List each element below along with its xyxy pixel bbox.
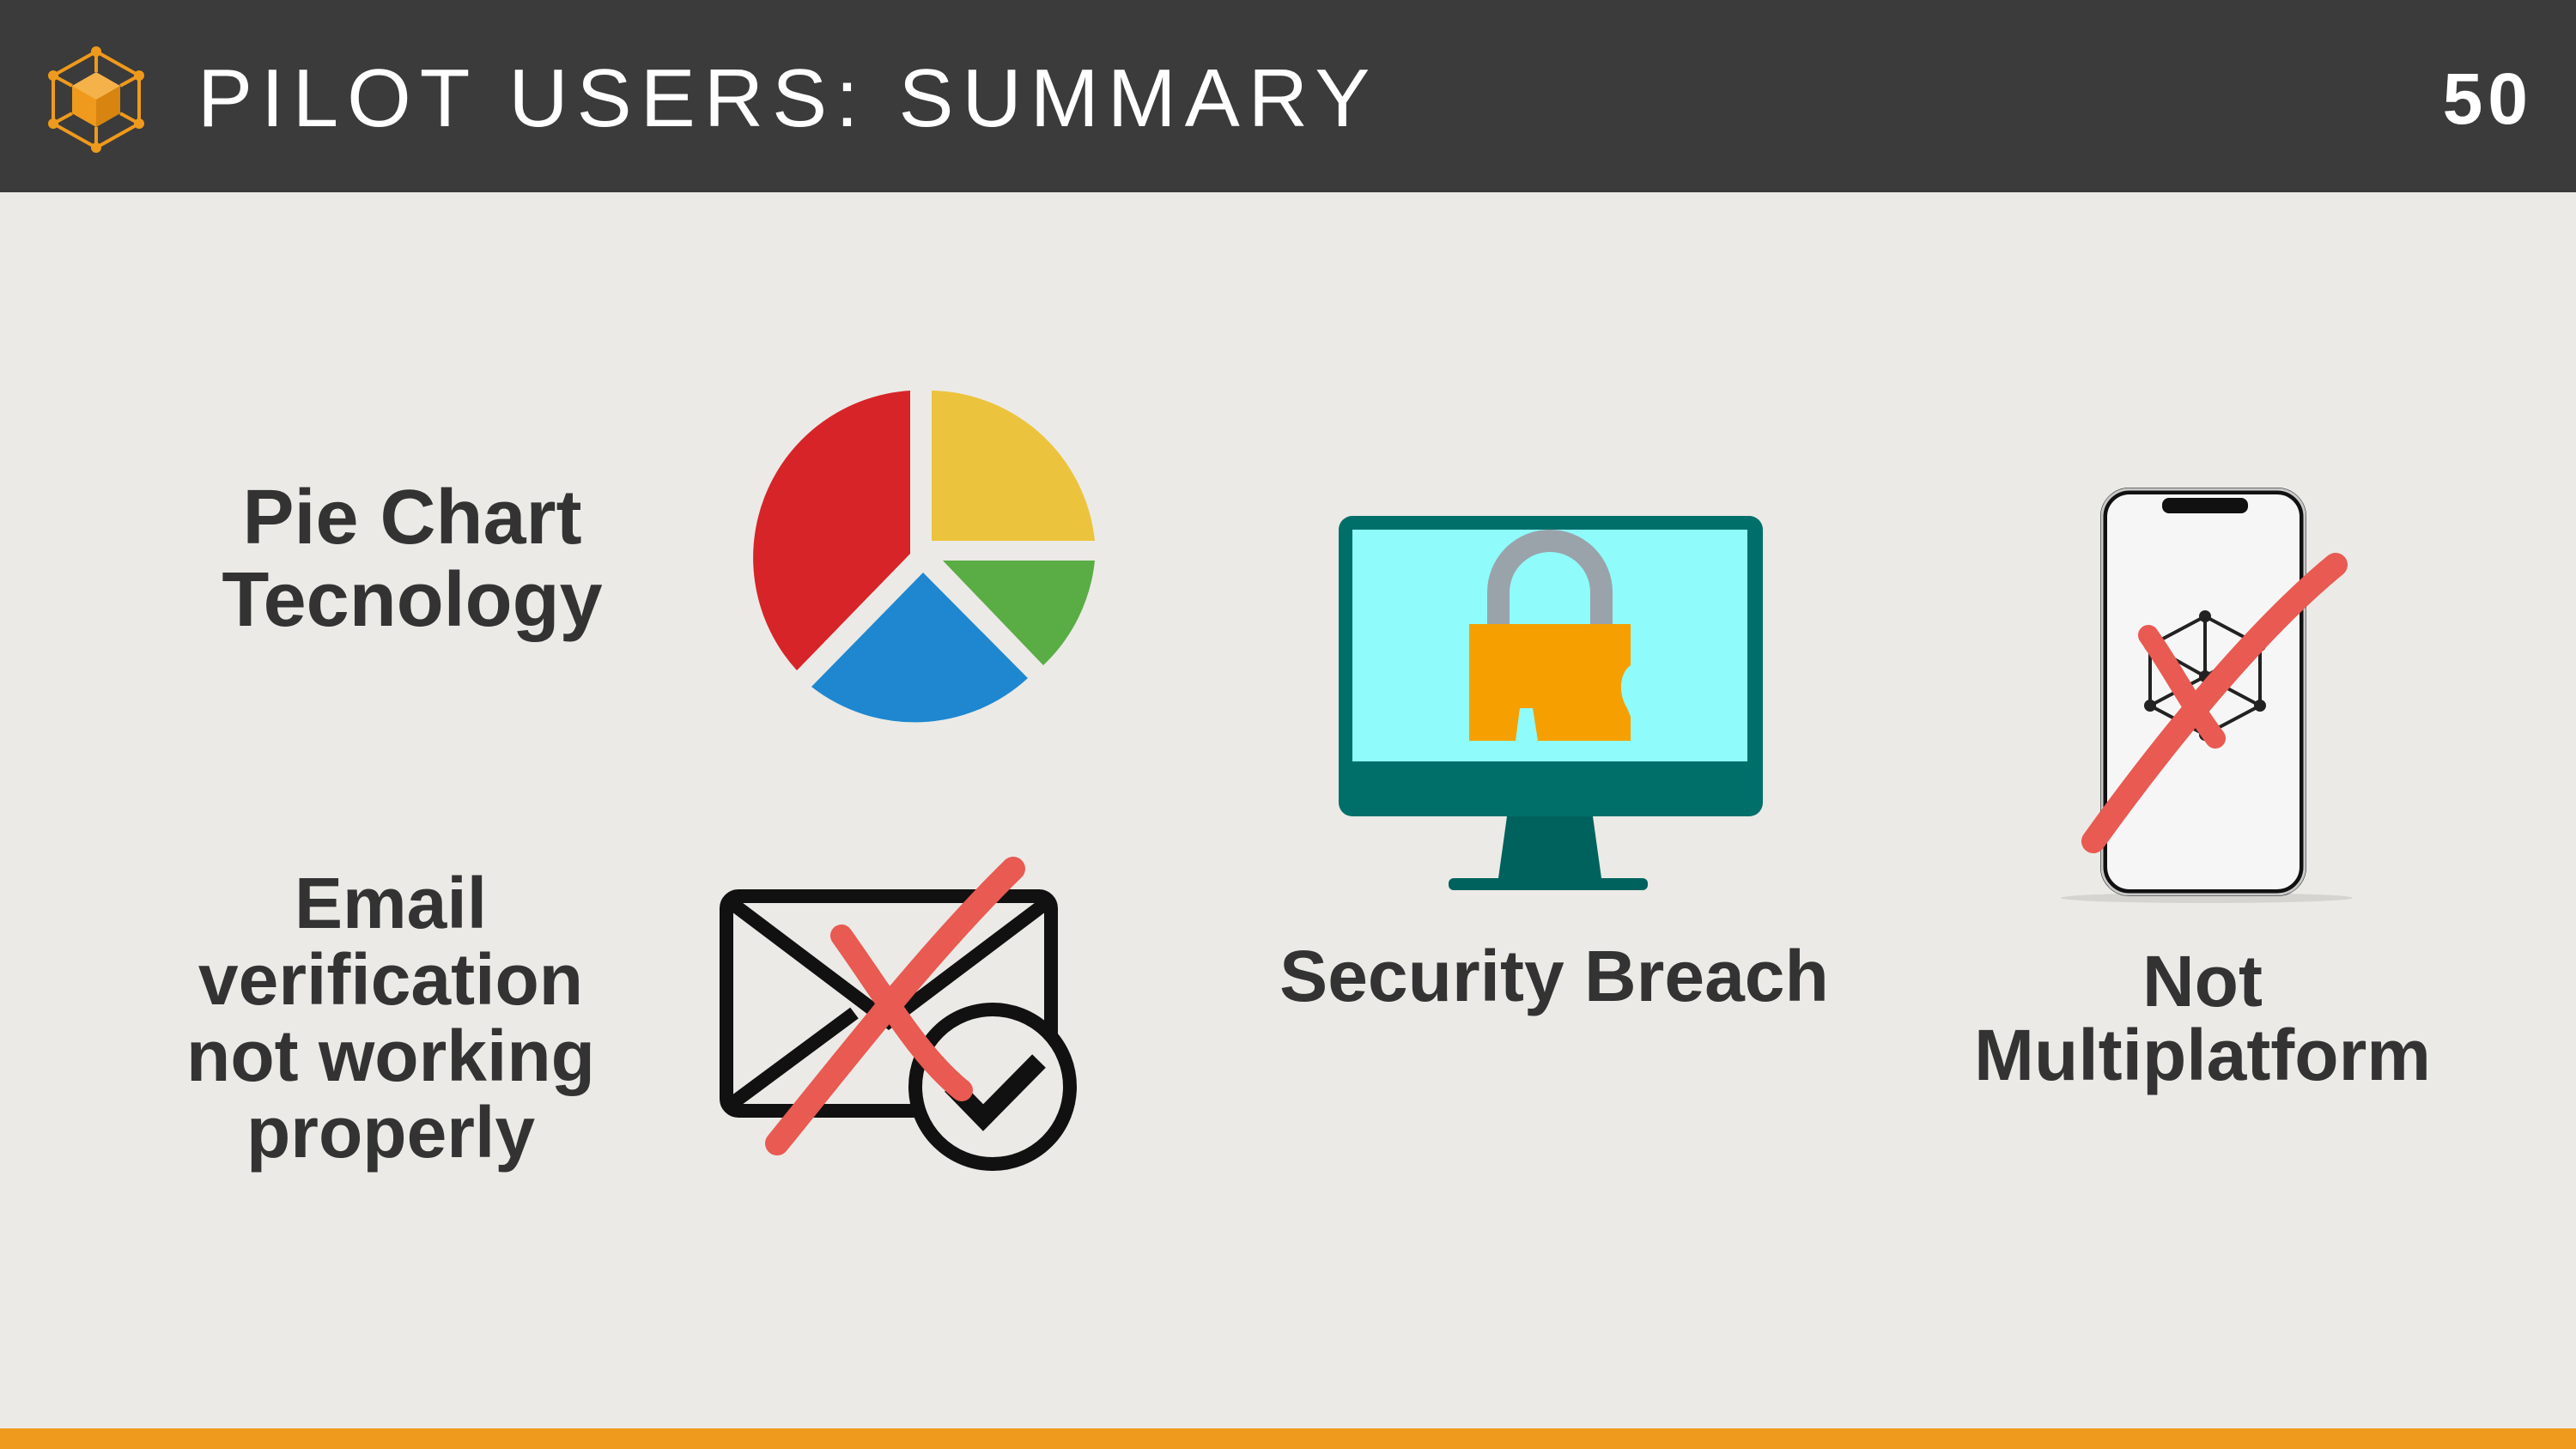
pie-chart-icon xyxy=(753,391,1095,723)
slide-title: PILOT USERS: SUMMARY xyxy=(197,52,1379,144)
slide-header: PILOT USERS: SUMMARY 50 xyxy=(0,0,2576,192)
label-line: verification xyxy=(197,939,584,1020)
pie-chart-label: Pie Chart Tecnology xyxy=(172,476,653,641)
email-crossed-icon xyxy=(720,857,1077,1171)
label-line: not working xyxy=(186,1016,595,1096)
phone-crossed-icon xyxy=(2061,488,2353,903)
bottom-accent-bar xyxy=(0,1428,2576,1449)
label-line: Not xyxy=(2142,941,2263,1022)
email-verification-label: Email verification not working properly xyxy=(146,865,635,1171)
security-breach-label: Security Breach xyxy=(1279,936,1829,1016)
not-multiplatform-label: Not Multiplatform xyxy=(1923,944,2482,1092)
cube-logo-icon xyxy=(48,46,144,153)
label-line: Multiplatform xyxy=(1974,1015,2431,1095)
label-line: properly xyxy=(246,1092,536,1173)
label-line: Pie Chart xyxy=(242,475,582,561)
locked-monitor-icon xyxy=(1339,516,1763,890)
label-line: Email xyxy=(294,863,488,943)
label-line: Tecnology xyxy=(222,557,603,643)
page-number: 50 xyxy=(2442,58,2533,139)
